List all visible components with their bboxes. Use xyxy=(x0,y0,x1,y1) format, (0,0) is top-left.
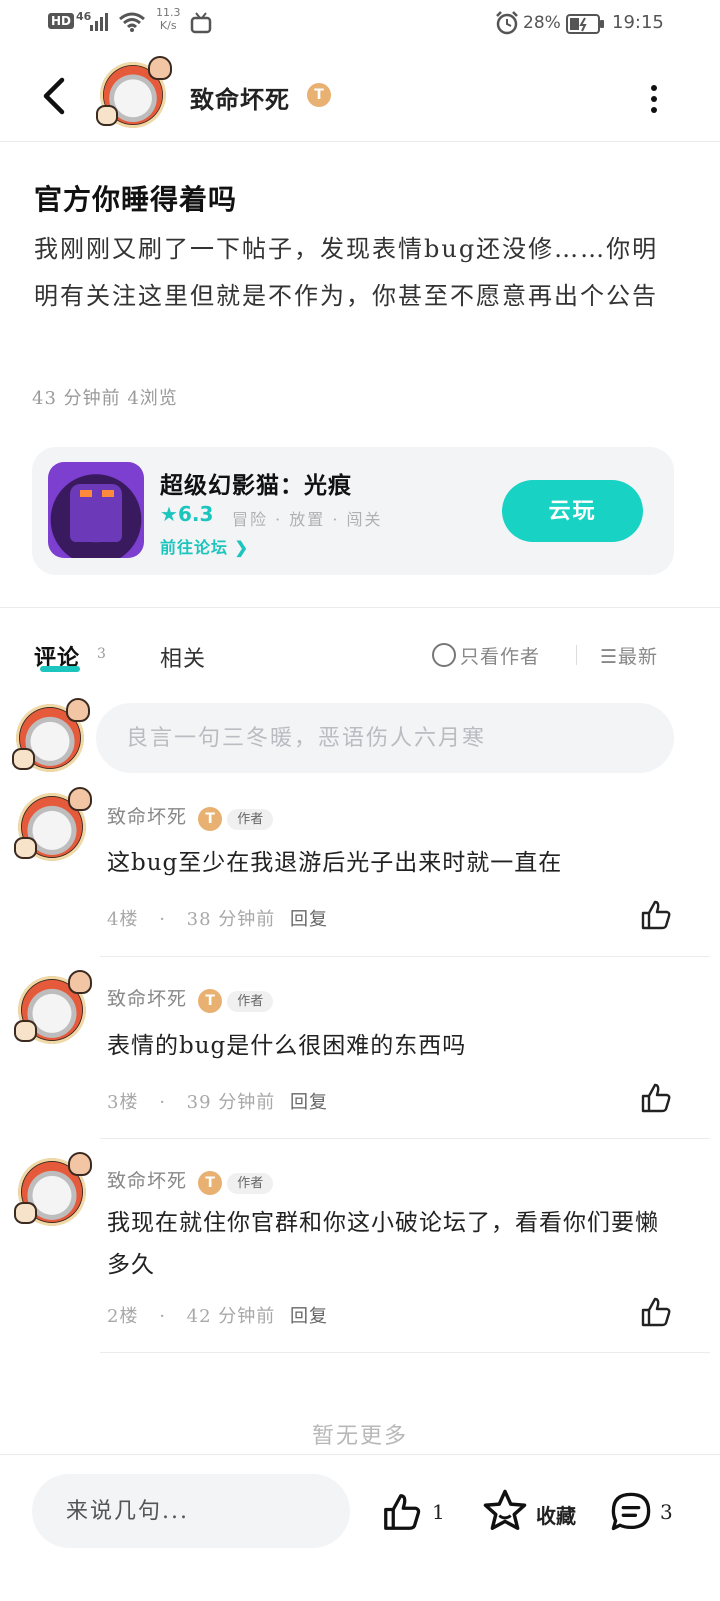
comment-meta: 2楼 · 42 分钟前 回复 xyxy=(107,1306,329,1327)
comment-header: 致命坏死 T 作者 xyxy=(107,802,274,831)
thumbs-up-icon[interactable] xyxy=(640,1082,672,1114)
sort-label: 最新 xyxy=(618,646,659,668)
cloud-play-button[interactable]: 云玩 xyxy=(502,480,643,542)
back-arrow-icon[interactable] xyxy=(38,76,74,116)
favorite-label[interactable]: 收藏 xyxy=(536,1500,576,1529)
comment-time: 39 分钟前 xyxy=(186,1092,276,1113)
level-badge: T xyxy=(198,1170,223,1195)
comment-floor: 3楼 xyxy=(107,1092,139,1113)
comment-username[interactable]: 致命坏死 xyxy=(107,806,187,828)
rating-value: 6.3 xyxy=(177,502,214,526)
forum-link[interactable]: 前往论坛 ❯ xyxy=(160,534,249,558)
comment-time: 42 分钟前 xyxy=(186,1306,276,1327)
comment-input[interactable] xyxy=(96,703,674,773)
hd-indicator: HD xyxy=(48,13,75,29)
sort-icon: ☰ xyxy=(600,646,619,668)
comment-username[interactable]: 致命坏死 xyxy=(107,988,187,1010)
chevron-right-icon: ❯ xyxy=(228,538,249,557)
tab-separator xyxy=(576,645,577,665)
comment-divider xyxy=(100,1352,710,1353)
like-count: 1 xyxy=(432,1500,445,1524)
only-author-toggle[interactable]: 只看作者 xyxy=(432,642,540,669)
author-tag: 作者 xyxy=(227,991,274,1012)
comment-floor: 2楼 xyxy=(107,1306,139,1327)
star-icon[interactable] xyxy=(482,1488,528,1534)
comment-avatar[interactable] xyxy=(14,787,92,861)
speed-value: 11.3 xyxy=(156,6,181,19)
card-divider xyxy=(0,607,720,608)
level-badge: T xyxy=(198,806,223,831)
sort-button[interactable]: ☰最新 xyxy=(600,642,658,669)
reply-button[interactable]: 回复 xyxy=(290,1092,328,1113)
comment-meta: 4楼 · 38 分钟前 回复 xyxy=(107,909,329,930)
thumbs-up-icon[interactable] xyxy=(640,899,672,931)
radio-icon xyxy=(432,643,456,667)
header-divider xyxy=(0,141,720,142)
comment-avatar[interactable] xyxy=(14,1152,92,1226)
comment-text: 表情的bug是什么很困难的东西吗 xyxy=(107,1033,467,1059)
comment-count: 3 xyxy=(660,1500,673,1524)
forum-link-label: 前往论坛 xyxy=(160,538,229,557)
comment-meta: 3楼 · 39 分钟前 回复 xyxy=(107,1092,329,1113)
game-tags: 冒险 · 放置 · 闯关 xyxy=(232,510,383,529)
speed-unit: K/s xyxy=(159,19,177,32)
signal-icon xyxy=(90,13,108,31)
thumbs-up-icon[interactable] xyxy=(380,1492,424,1532)
tab-active-indicator xyxy=(40,666,80,672)
comment-divider xyxy=(100,956,710,957)
game-rating: ★6.3 xyxy=(160,502,213,526)
more-vertical-icon[interactable] xyxy=(648,82,660,113)
reply-input[interactable] xyxy=(32,1474,350,1548)
status-bar: HD 46 11.3 K/s 28% 19:15 xyxy=(0,0,720,48)
post-meta: 43 分钟前 4浏览 xyxy=(32,388,178,409)
post-title: 官方你睡得着吗 xyxy=(34,183,238,216)
comment-header: 致命坏死 T 作者 xyxy=(107,1166,274,1195)
author-tag: 作者 xyxy=(227,1173,274,1194)
comment-text: 我现在就住你官群和你这小破论坛了，看看你们要懒多久 xyxy=(107,1210,659,1278)
tab-related[interactable]: 相关 xyxy=(160,641,206,673)
star-icon: ★ xyxy=(160,502,178,526)
comment-divider xyxy=(100,1138,710,1139)
comment-header: 致命坏死 T 作者 xyxy=(107,984,274,1013)
clock: 19:15 xyxy=(612,12,664,33)
reply-button[interactable]: 回复 xyxy=(290,1306,328,1327)
battery-percent: 28% xyxy=(523,13,561,33)
tv-icon xyxy=(190,12,212,34)
comment-text: 这bug至少在我退游后光子出来时就一直在 xyxy=(107,850,563,876)
comment-avatar[interactable] xyxy=(14,970,92,1044)
author-avatar[interactable] xyxy=(96,56,172,128)
alarm-icon xyxy=(496,11,518,35)
game-icon[interactable] xyxy=(48,462,144,558)
comment-bubble-icon[interactable] xyxy=(608,1490,654,1534)
network-speed: 11.3 K/s xyxy=(156,6,181,32)
comment-time: 38 分钟前 xyxy=(186,909,276,930)
game-name[interactable]: 超级幻影猫：光痕 xyxy=(160,466,352,500)
comment-username[interactable]: 致命坏死 xyxy=(107,1170,187,1192)
post-body: 我刚刚又刷了一下帖子，发现表情bug还没修……你明明有关注这里但就是不作为，你甚… xyxy=(34,235,659,310)
author-tag: 作者 xyxy=(227,809,274,830)
no-more-text: 暂无更多 xyxy=(311,1424,408,1449)
header-username[interactable]: 致命坏死 xyxy=(190,80,290,115)
battery-icon xyxy=(566,14,604,34)
tab-comments-count: 3 xyxy=(97,646,106,662)
reply-button[interactable]: 回复 xyxy=(290,909,328,930)
my-avatar xyxy=(12,698,90,772)
level-badge: T xyxy=(307,83,331,107)
only-author-label: 只看作者 xyxy=(460,646,541,668)
wifi-icon xyxy=(119,12,145,32)
comment-floor: 4楼 xyxy=(107,909,139,930)
level-badge: T xyxy=(198,988,223,1013)
thumbs-up-icon[interactable] xyxy=(640,1296,672,1328)
